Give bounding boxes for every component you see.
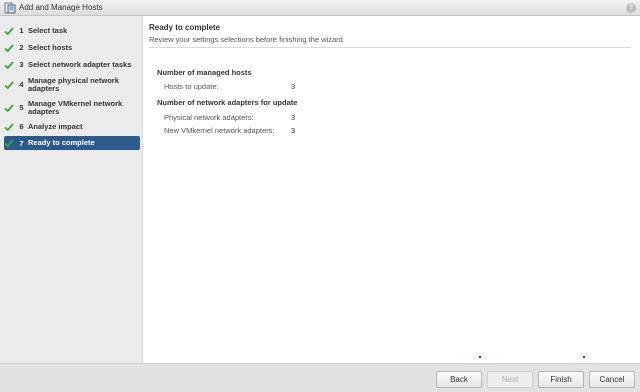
red-marker [583,356,585,358]
hosts-wizard-icon [4,2,16,14]
step-number: 1 [19,26,24,35]
window-title: Add and Manage Hosts [19,3,103,12]
red-marker [479,356,481,358]
check-icon [4,43,14,52]
page-subtitle: Review your settings selections before f… [149,35,345,44]
window-titlebar: Add and Manage Hosts ? [0,0,640,16]
check-icon [4,26,14,35]
step-number: 6 [19,122,24,131]
check-icon [4,60,14,69]
header-divider [149,47,631,48]
wizard-step-ready-to-complete[interactable]: 7 Ready to complete [4,136,140,150]
step-label: Manage physical network adapters [28,75,119,93]
step-label: Select network adapter tasks [28,59,132,69]
check-icon [4,122,14,131]
step-label: Select hosts [28,42,73,52]
new-vmkernel-adapters-label: New VMkernel network adapters: [164,126,275,135]
wizard-steps-sidebar: 1 Select task 2 Select hosts 3 Select ne… [0,16,143,363]
step-number: 7 [19,138,24,148]
physical-adapters-label: Physical network adapters: [164,113,254,122]
wizard-step-select-hosts[interactable]: 2 Select hosts [4,42,140,53]
wizard-step-analyze-impact[interactable]: 6 Analyze impact [4,121,140,132]
step-label: Select task [28,25,68,35]
section-heading-managed-hosts: Number of managed hosts [157,68,252,77]
wizard-step-manage-physical-adapters[interactable]: 4 Manage physical network adapters [4,75,140,94]
check-icon [4,103,14,112]
check-icon [4,139,14,148]
step-label: Manage VMkernel network adapters [28,98,123,116]
step-label: Analyze impact [28,121,83,131]
wizard-footer: Back Next Finish Cancel [0,363,640,392]
new-vmkernel-adapters-value: 3 [291,126,296,135]
hosts-to-update-value: 3 [291,82,296,91]
finish-button[interactable]: Finish [538,371,584,388]
wizard-step-manage-vmkernel-adapters[interactable]: 5 Manage VMkernel network adapters [4,98,140,117]
wizard-step-select-network-adapter-tasks[interactable]: 3 Select network adapter tasks [4,59,140,70]
step-label: Ready to complete [28,138,95,147]
back-button[interactable]: Back [436,371,482,388]
page-title: Ready to complete [149,23,221,32]
check-icon [4,80,14,89]
hosts-to-update-label: Hosts to update: [164,82,219,91]
next-button[interactable]: Next [487,371,533,388]
wizard-content: Ready to complete Review your settings s… [149,16,640,363]
wizard-step-select-task[interactable]: 1 Select task [4,25,140,36]
step-number: 5 [19,103,24,112]
help-icon[interactable]: ? [626,3,636,13]
section-heading-network-adapters: Number of network adapters for update [157,98,298,107]
step-number: 3 [19,60,24,69]
physical-adapters-value: 3 [291,113,296,122]
step-number: 2 [19,43,24,52]
step-number: 4 [19,80,24,89]
cancel-button[interactable]: Cancel [589,371,635,388]
